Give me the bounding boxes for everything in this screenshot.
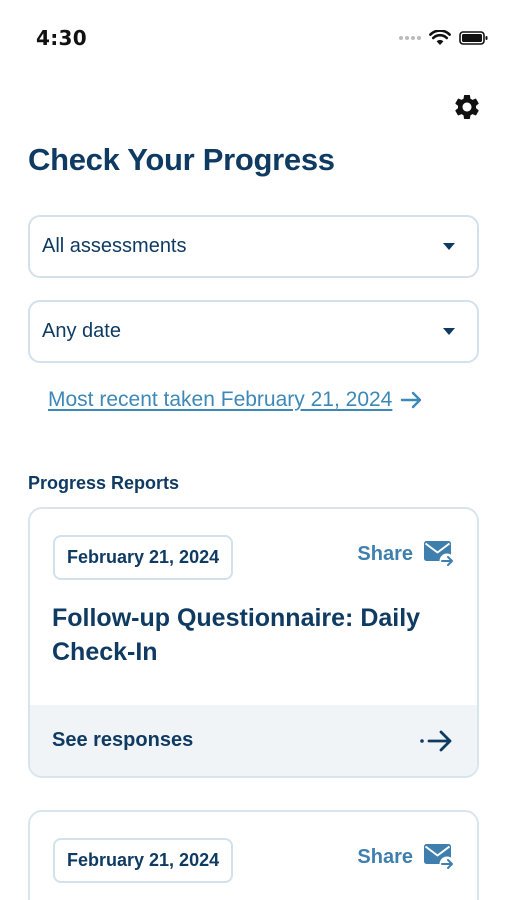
- share-label: Share: [357, 542, 413, 565]
- assessment-filter-value: All assessments: [42, 235, 187, 257]
- screen: 4:30 Check Your Progress All assessments…: [0, 0, 507, 900]
- battery-icon: [459, 31, 488, 45]
- caret-down-icon: [443, 243, 455, 250]
- share-button[interactable]: Share: [357, 842, 455, 872]
- share-label: Share: [357, 845, 413, 868]
- share-button[interactable]: Share: [357, 539, 455, 569]
- status-icons: [399, 28, 489, 48]
- date-filter-dropdown[interactable]: Any date: [28, 300, 479, 363]
- report-date-badge: February 21, 2024: [53, 838, 234, 883]
- caret-down-icon: [443, 328, 455, 335]
- report-card: February 21, 2024 Share Follow-up Questi…: [28, 507, 479, 778]
- wifi-icon: [429, 30, 451, 45]
- report-card: February 21, 2024 Share: [28, 810, 479, 900]
- settings-button[interactable]: [450, 90, 484, 124]
- mail-forward-icon: [424, 844, 455, 872]
- status-time: 4:30: [36, 26, 87, 50]
- arrow-right-icon: [401, 391, 422, 409]
- report-title: Follow-up Questionnaire: Daily Check-In: [52, 604, 421, 666]
- see-responses-label: See responses: [52, 729, 194, 751]
- progress-reports-heading: Progress Reports: [28, 473, 180, 493]
- most-recent-link-label: Most recent taken February 21, 2024: [48, 388, 393, 411]
- see-responses-button[interactable]: See responses: [30, 705, 477, 776]
- page-title: Check Your Progress: [28, 142, 335, 177]
- assessment-filter-dropdown[interactable]: All assessments: [28, 215, 479, 278]
- arrow-right-icon: [420, 730, 452, 751]
- mail-forward-icon: [424, 541, 455, 569]
- most-recent-link[interactable]: Most recent taken February 21, 2024: [48, 388, 424, 412]
- gear-icon: [455, 95, 479, 119]
- status-bar: 4:30: [0, 0, 507, 72]
- report-date-badge: February 21, 2024: [53, 535, 234, 580]
- date-filter-value: Any date: [42, 320, 121, 342]
- cellular-signal-icon: [399, 36, 421, 40]
